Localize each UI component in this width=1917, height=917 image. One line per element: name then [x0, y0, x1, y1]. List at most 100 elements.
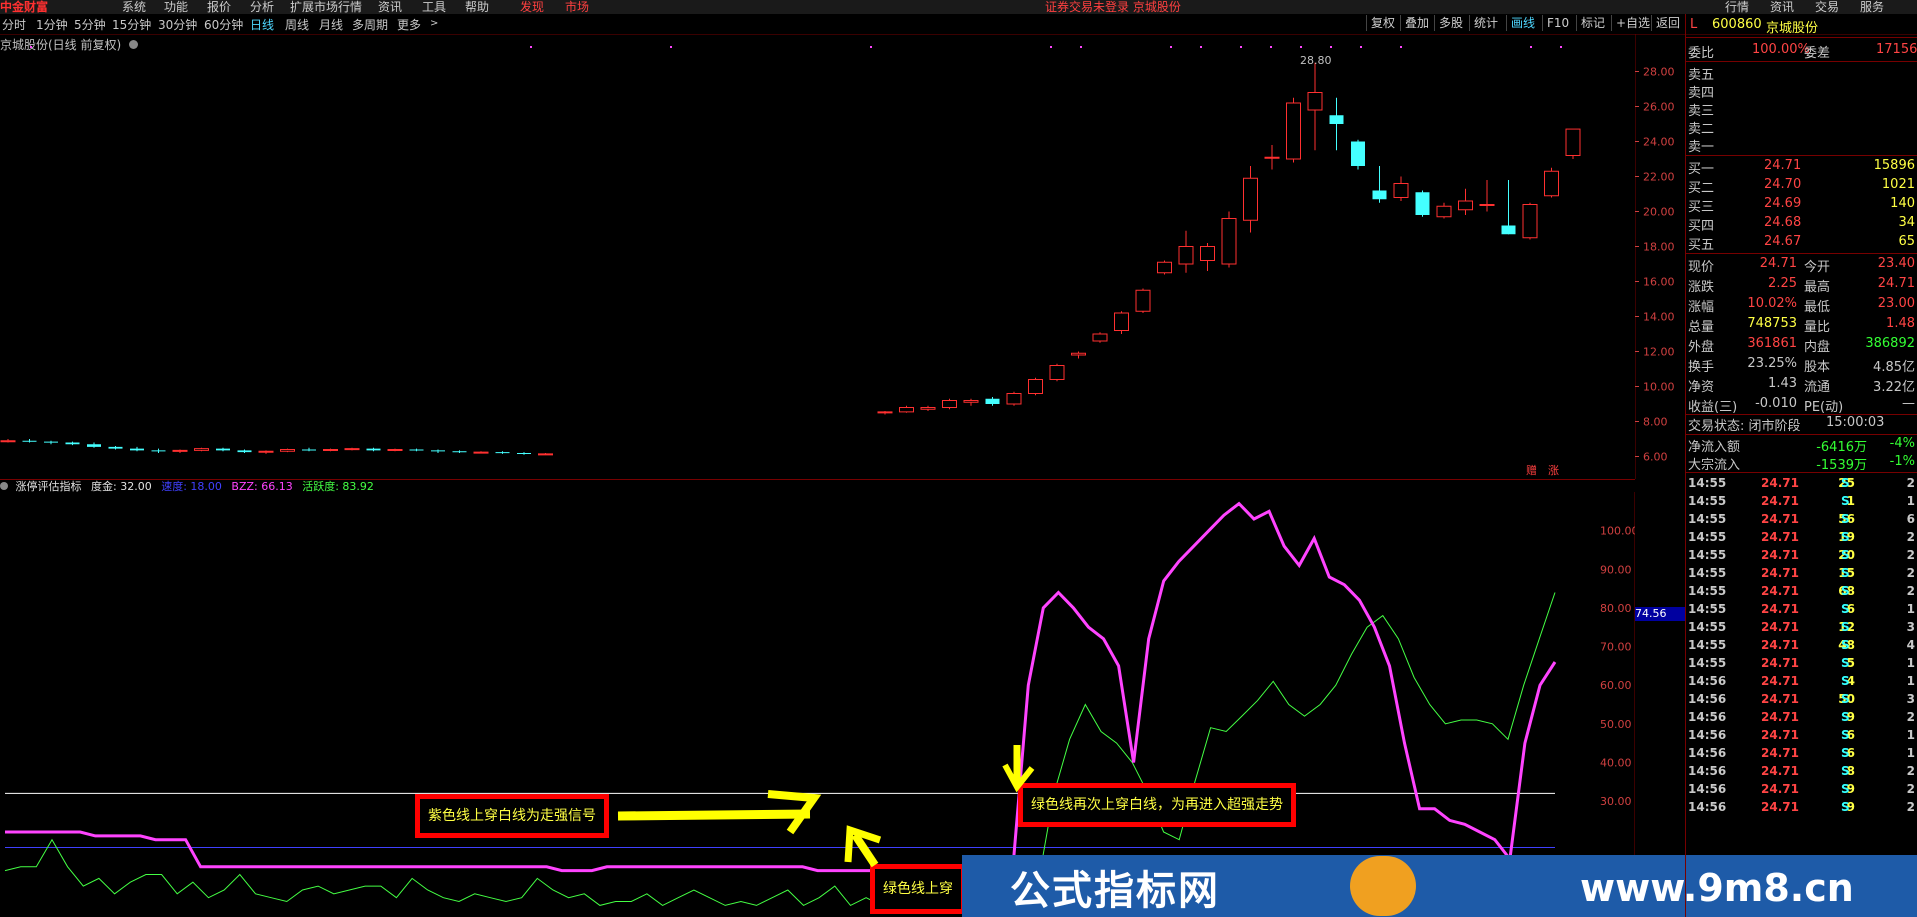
quote-value: 24.71	[1759, 256, 1797, 271]
tab-discover[interactable]: 发现	[520, 0, 544, 14]
candle	[1351, 139, 1365, 170]
menu-analysis[interactable]: 分析	[250, 0, 274, 14]
tick-count: 2	[1906, 548, 1915, 562]
btn-back[interactable]: 返回	[1651, 15, 1684, 31]
candlestick-chart[interactable]: 28.80	[0, 34, 1635, 479]
menu-quote[interactable]: 报价	[207, 0, 231, 14]
btn-restore-rights[interactable]: 复权	[1366, 15, 1399, 31]
tick-side: S	[1841, 782, 1850, 796]
tick-price: 24.71	[1761, 782, 1799, 796]
period-monthly[interactable]: 月线	[319, 16, 343, 33]
tick-price: 24.71	[1761, 494, 1799, 508]
tab-service[interactable]: 服务	[1860, 0, 1884, 14]
tick-time: 14:56	[1688, 764, 1727, 778]
period-multi[interactable]: 多周期	[352, 16, 388, 33]
tab-quotes[interactable]: 行情	[1725, 0, 1749, 14]
tick-count: 2	[1906, 764, 1915, 778]
candle-body	[1092, 333, 1108, 342]
btn-draw-line[interactable]: 画线	[1506, 15, 1539, 31]
tick-side: S	[1841, 530, 1850, 544]
candle-body	[1071, 352, 1086, 356]
indicator-dot-icon[interactable]	[0, 482, 8, 490]
menu-help[interactable]: 帮助	[465, 0, 489, 14]
tab-market[interactable]: 市场	[565, 0, 589, 14]
weicha-value: 17156	[1876, 42, 1917, 57]
candle-body	[1458, 200, 1473, 211]
menu-extended-market[interactable]: 扩展市场行情	[290, 0, 362, 14]
period-1min[interactable]: 1分钟	[36, 16, 68, 33]
tick-side: S	[1841, 800, 1850, 814]
quote-label: 换手	[1688, 360, 1715, 375]
quote-value: 23.00	[1877, 296, 1915, 311]
candle	[538, 453, 553, 456]
candle	[517, 452, 531, 455]
period-5min[interactable]: 5分钟	[74, 16, 106, 33]
period-weekly[interactable]: 周线	[285, 16, 309, 33]
tick-price: 24.71	[1761, 728, 1799, 742]
menu-function[interactable]: 功能	[164, 0, 188, 14]
candle	[1243, 166, 1258, 233]
candle	[877, 411, 893, 415]
btn-stats[interactable]: 统计	[1469, 15, 1502, 31]
stock-header: L 600860 京城股份	[1686, 17, 1917, 36]
period-30min[interactable]: 30分钟	[158, 16, 197, 33]
candle	[366, 447, 381, 452]
chevron-right-icon[interactable]: >	[430, 18, 438, 29]
tick-price: 24.71	[1761, 530, 1799, 544]
btn-mark[interactable]: 标记	[1576, 15, 1609, 31]
trade-state-time: 15:00:03	[1826, 415, 1885, 430]
marker-dot	[1360, 46, 1362, 48]
tab-info[interactable]: 资讯	[1770, 0, 1794, 14]
price-tick-label: 18.00	[1643, 241, 1675, 254]
btn-overlay[interactable]: 叠加	[1400, 15, 1433, 31]
candle	[1544, 167, 1559, 198]
tick-price: 24.71	[1761, 710, 1799, 724]
period-timeshare[interactable]: 分时	[2, 16, 26, 33]
candle	[1372, 166, 1387, 203]
tick-side: S	[1841, 638, 1850, 652]
tick-side: S	[1841, 764, 1850, 778]
quote-value: 2.25	[1768, 276, 1797, 291]
tick-time: 14:55	[1688, 512, 1727, 526]
tick-row: 14:55 24.71 68 S 2	[1686, 584, 1917, 602]
tick-row: 14:55 24.71 1 S 1	[1686, 494, 1917, 512]
candle-body	[1351, 141, 1365, 166]
tick-count: 2	[1906, 800, 1915, 814]
tick-side: S	[1841, 566, 1850, 580]
tick-row: 14:55 24.71 56 S 6	[1686, 512, 1917, 530]
period-more[interactable]: 更多	[397, 16, 421, 33]
buy-level-label: 买三	[1688, 200, 1715, 215]
candle-body	[517, 453, 531, 454]
period-15min[interactable]: 15分钟	[112, 16, 151, 33]
candle-body	[1006, 393, 1022, 405]
menu-news[interactable]: 资讯	[378, 0, 402, 14]
candle-body	[87, 444, 101, 447]
tab-trade[interactable]: 交易	[1815, 0, 1839, 14]
btn-f10[interactable]: F10	[1542, 15, 1573, 31]
indicator-tick-label: 80.00	[1600, 602, 1632, 615]
tick-side: S	[1841, 692, 1850, 706]
buy-level-label: 买五	[1688, 238, 1715, 253]
tick-row: 14:55 24.71 15 S 2	[1686, 566, 1917, 584]
tick-row: 14:55 24.71 12 S 3	[1686, 620, 1917, 638]
flow-value: -1539万	[1816, 458, 1867, 473]
candle	[1286, 97, 1301, 163]
stock-prefix: L	[1690, 17, 1698, 32]
tick-time: 14:56	[1688, 746, 1727, 760]
tick-row: 14:56 24.71 4 S 1	[1686, 674, 1917, 692]
menu-system[interactable]: 系统	[122, 0, 146, 14]
btn-add-favorite[interactable]: +自选	[1611, 15, 1654, 31]
period-60min[interactable]: 60分钟	[204, 16, 243, 33]
tick-price: 24.71	[1761, 620, 1799, 634]
menu-tools[interactable]: 工具	[422, 0, 446, 14]
buy-level-volume: 15896	[1873, 158, 1915, 173]
btn-multi-stock[interactable]: 多股	[1434, 15, 1467, 31]
weibi-row: 委比 100.00% 委差 17156	[1686, 42, 1917, 61]
sell-level-label: 卖五	[1688, 68, 1715, 83]
candle-body	[323, 449, 338, 451]
buy-level-volume: 65	[1898, 234, 1915, 249]
period-daily[interactable]: 日线	[250, 16, 274, 33]
tick-row: 14:56 24.71 8 S 2	[1686, 764, 1917, 782]
quote-label: 现价	[1688, 260, 1715, 275]
tick-row: 14:55 24.71 20 S 2	[1686, 548, 1917, 566]
